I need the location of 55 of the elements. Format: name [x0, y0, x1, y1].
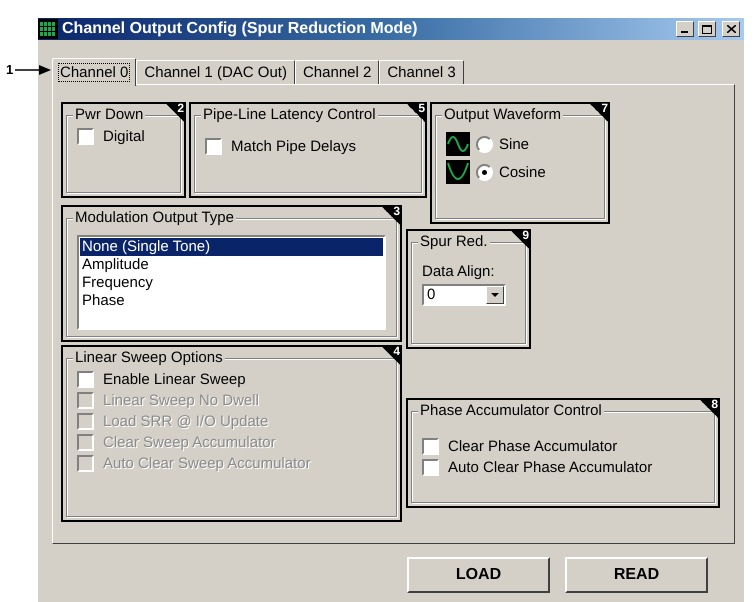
checkbox[interactable]: [77, 128, 94, 145]
checkbox-label: Linear Sweep No Dwell: [103, 392, 259, 409]
callout-badge: 7: [588, 102, 610, 124]
dropdown[interactable]: 0: [422, 284, 506, 306]
list-item[interactable]: None (Single Tone): [80, 238, 383, 256]
list-item[interactable]: Amplitude: [80, 256, 383, 274]
tab[interactable]: Channel 2: [294, 60, 380, 84]
group-title: Modulation Output Type: [73, 209, 236, 226]
checkbox-label: Auto Clear Phase Accumulator: [448, 459, 652, 476]
checkbox[interactable]: [422, 438, 439, 455]
radio-label: Sine: [499, 136, 530, 152]
app-icon: [38, 19, 58, 39]
radio-button[interactable]: [476, 136, 493, 152]
checkbox-label: Clear Sweep Accumulator: [103, 434, 276, 451]
waveform-icon: [446, 160, 470, 184]
callout-badge: 8: [698, 398, 720, 420]
action-button[interactable]: READ: [565, 557, 708, 593]
caret-icon: [491, 293, 499, 297]
group-title: Pipe-Line Latency Control: [201, 106, 378, 123]
action-button[interactable]: LOAD: [407, 557, 550, 593]
checkbox-label: Load SRR @ I/O Update: [103, 413, 268, 430]
window-title: Channel Output Config (Spur Reduction Mode): [62, 20, 419, 38]
callout-badge: 2: [164, 102, 186, 124]
callout-number: 1: [6, 62, 14, 77]
group-title: Linear Sweep Options: [73, 349, 225, 366]
checkbox-label: Match Pipe Delays: [231, 138, 356, 155]
tab[interactable]: Channel 3: [379, 60, 464, 84]
checkbox[interactable]: [77, 371, 94, 388]
radio-label: Cosine: [499, 164, 546, 180]
radio-button[interactable]: [476, 164, 493, 180]
checkbox-label: Clear Phase Accumulator: [448, 438, 618, 455]
maximize-button[interactable]: [698, 21, 716, 37]
minimize-button[interactable]: [676, 21, 694, 37]
waveform-icon: [446, 132, 470, 156]
field-label: Data Align:: [422, 263, 496, 280]
group-title: Output Waveform: [442, 106, 563, 123]
checkbox[interactable]: [422, 459, 439, 476]
tab[interactable]: Channel 0: [52, 58, 136, 86]
tab[interactable]: Channel 1 (DAC Out): [136, 60, 295, 84]
callout-badge: 9: [509, 229, 531, 251]
callout-badge: 5: [405, 102, 427, 124]
list-item[interactable]: Phase: [80, 292, 383, 310]
list-item[interactable]: Frequency: [80, 274, 383, 292]
list-box[interactable]: None (Single Tone) Amplitude Frequency Phase: [77, 235, 386, 330]
checkbox-label: Auto Clear Sweep Accumulator: [103, 455, 311, 472]
callout-badge: 4: [380, 345, 402, 367]
arrow-icon: [15, 64, 52, 74]
group-title: Spur Red.: [418, 233, 490, 250]
checkbox-label: Digital: [103, 128, 145, 145]
close-button[interactable]: [722, 21, 740, 37]
checkbox[interactable]: [205, 138, 222, 155]
checkbox-label: Enable Linear Sweep: [103, 371, 246, 388]
maximize-icon: [702, 24, 712, 34]
callout-badge: 3: [380, 205, 402, 227]
close-icon: [726, 25, 736, 33]
